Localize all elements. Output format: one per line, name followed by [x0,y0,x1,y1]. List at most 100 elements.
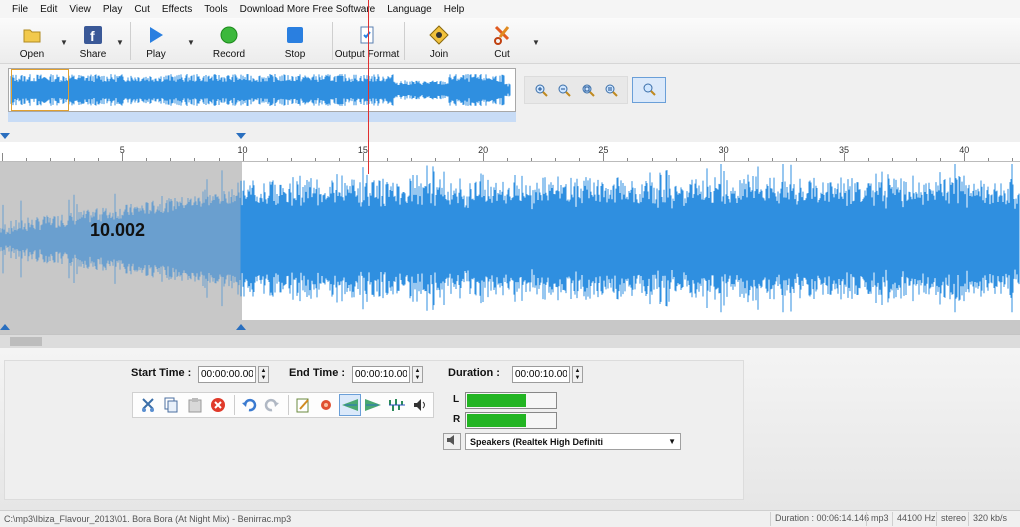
join-button[interactable]: Join [424,20,454,62]
overview-waveform[interactable] [8,68,516,112]
play-icon [146,25,166,45]
zoom-selection-icon[interactable] [579,81,597,99]
record-small-icon[interactable] [315,394,337,416]
duration-spinner[interactable]: ▲ ▼ [572,366,583,383]
ruler-tick [386,158,388,161]
start-time-label: Start Time : [131,367,192,379]
share-button[interactable]: f Share [78,20,108,62]
menu-edit[interactable]: Edit [40,4,57,15]
ruler-tick [627,158,629,161]
ruler-tick [50,158,52,161]
selection-end-marker-bottom[interactable] [236,324,246,330]
selection-start-marker-bottom[interactable] [0,324,10,330]
ruler-tick [98,158,100,161]
facebook-icon: f [83,25,103,45]
menu-effects[interactable]: Effects [162,4,192,15]
ruler-tick [868,158,870,161]
ruler-tick [266,158,268,161]
ruler-tick [459,158,461,161]
menu-view[interactable]: View [69,4,91,15]
menu-play[interactable]: Play [103,4,122,15]
ruler-tick [675,158,677,161]
selection-start-marker-top[interactable] [0,133,10,139]
menu-language[interactable]: Language [387,4,432,15]
zoom-tool-button[interactable] [632,77,666,103]
waveform-area[interactable]: 10.002 [0,162,1020,320]
zoom-fit-icon[interactable] [602,81,620,99]
ruler-label: 25 [598,145,609,155]
open-dropdown-arrow[interactable]: ▼ [60,38,68,47]
join-icon [429,25,449,45]
end-time-input[interactable] [352,366,410,383]
output-device-select[interactable]: Speakers (Realtek High Definiti ▼ [465,433,681,450]
menu-download[interactable]: Download More Free Software [240,4,376,15]
duration-label: Duration : [448,367,500,379]
time-ruler[interactable]: 5 10 15 20 25 30 35 40 [0,142,1020,162]
ruler-tick [747,158,749,161]
play-dropdown-arrow[interactable]: ▼ [187,38,195,47]
menu-help[interactable]: Help [444,4,465,15]
ruler-label: 30 [718,145,729,155]
menu-tools[interactable]: Tools [204,4,227,15]
share-dropdown-arrow[interactable]: ▼ [116,38,124,47]
ruler-tick [531,158,533,161]
start-time-spinner[interactable]: ▲ ▼ [258,366,269,383]
duration-input[interactable] [512,366,570,383]
cut-button[interactable]: Cut [488,20,516,62]
delete-icon[interactable] [208,394,230,416]
paste-icon[interactable] [184,394,206,416]
record-button[interactable]: Record [210,20,248,62]
left-level-meter [465,392,557,409]
copy-icon[interactable] [161,394,183,416]
zoom-out-icon[interactable] [555,81,573,99]
output-format-button[interactable]: Output Format [335,20,399,62]
overview-wave-path [10,74,511,106]
folder-icon [22,25,42,45]
status-bitrate: 320 kb/s [968,512,1011,526]
edit-toolbar [132,392,434,418]
selection-length-label: 10.002 [90,220,146,240]
ruler-tick [771,158,773,161]
selection-end-marker-top[interactable] [236,133,246,139]
overview-scrollbar[interactable] [8,112,516,122]
fade-out-icon[interactable] [363,394,385,416]
horizontal-scrollbar[interactable] [0,334,1020,348]
ruler-tick [26,158,28,161]
volume-icon[interactable] [410,394,432,416]
speaker-device-button[interactable] [443,433,461,450]
menu-file[interactable]: File [12,4,28,15]
main-waveform [0,164,1020,313]
ruler-tick [795,158,797,161]
stop-icon [285,25,305,45]
status-format: mp3 [866,512,893,526]
fade-in-icon[interactable] [338,394,361,416]
redo-icon[interactable] [261,394,283,416]
ruler-label: 40 [959,145,970,155]
format-settings-icon [357,25,377,45]
undo-icon[interactable] [238,394,260,416]
normalize-icon[interactable] [386,394,408,416]
scrollbar-thumb[interactable] [10,337,42,346]
end-time-spinner[interactable]: ▲ ▼ [412,366,423,383]
edit-notes-icon[interactable] [292,394,314,416]
start-time-input[interactable] [198,366,256,383]
zoom-toolbar [524,76,628,104]
zoom-in-icon[interactable] [532,81,550,99]
ruler-label: 35 [838,145,849,155]
playback-cursor[interactable] [368,0,370,174]
right-level-fill [467,414,526,427]
status-bar: C:\mp3\Ibiza_Flavour_2013\01. Bora Bora … [0,510,1020,527]
menu-cut[interactable]: Cut [134,4,150,15]
ruler-tick [1012,158,1014,161]
ruler-tick [555,158,557,161]
overview-visible-region[interactable] [11,69,69,111]
cut-dropdown-arrow[interactable]: ▼ [532,38,540,47]
open-button[interactable]: Open [16,20,48,62]
file-path: C:\mp3\Ibiza_Flavour_2013\01. Bora Bora … [4,514,292,524]
ruler-tick [988,158,990,161]
cut-icon[interactable] [137,394,159,416]
toolbar-separator [130,22,131,60]
stop-button[interactable]: Stop [280,20,310,62]
ruler-tick [579,158,581,161]
play-button[interactable]: Play [140,20,172,62]
